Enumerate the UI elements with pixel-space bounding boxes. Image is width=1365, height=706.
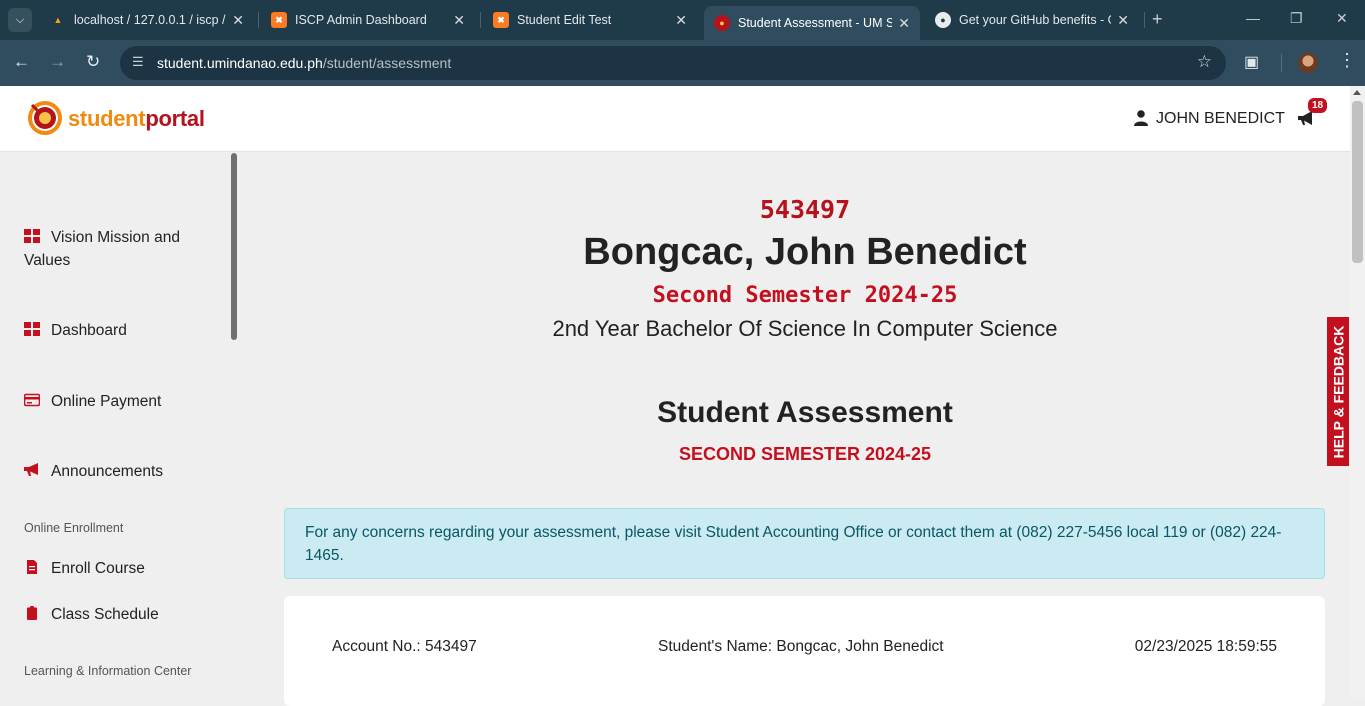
forward-icon[interactable]: → bbox=[49, 52, 66, 72]
browser-tab-bar: ⌵ ▲ localhost / 127.0.0.1 / iscp / ... ✕… bbox=[0, 0, 1365, 40]
scrollbar-thumb[interactable] bbox=[1352, 101, 1363, 263]
student-portal-logo-icon[interactable] bbox=[24, 99, 66, 137]
page-scrollbar[interactable] bbox=[1350, 86, 1365, 698]
new-tab-button[interactable]: + bbox=[1152, 9, 1163, 30]
student-name-label: Student's Name: Bongcac, John Benedict bbox=[658, 638, 944, 655]
clipboard-icon bbox=[27, 606, 37, 620]
url-text[interactable]: student.umindanao.edu.ph/student/assessm… bbox=[157, 55, 451, 71]
xampp-icon: ✖ bbox=[271, 12, 287, 28]
reload-icon[interactable]: ↻ bbox=[86, 52, 100, 72]
portal-logo-text[interactable]: studentportal bbox=[68, 106, 205, 132]
sidebar-item-dashboard[interactable]: Dashboard bbox=[24, 319, 224, 342]
browser-tab[interactable]: ✖ Student Edit Test ✕ bbox=[483, 6, 697, 34]
grid-icon bbox=[24, 229, 40, 243]
student-semester: Second Semester 2024-25 bbox=[652, 283, 958, 308]
notification-badge: 18 bbox=[1308, 98, 1328, 113]
sidebar-item-vision-mission[interactable]: Vision Mission and Values bbox=[24, 226, 224, 272]
assessment-semester: SECOND SEMESTER 2024-25 bbox=[678, 444, 932, 464]
assessment-card: Account No.: 543497 Student's Name: Bong… bbox=[284, 596, 1325, 706]
student-name: Bongcac, John Benedict bbox=[583, 231, 1027, 273]
sidebar-section-online-enrollment: Online Enrollment bbox=[24, 521, 124, 535]
sidebar-scrollbar[interactable] bbox=[231, 153, 237, 340]
account-no-label: Account No.: 543497 bbox=[332, 638, 477, 655]
megaphone-icon bbox=[24, 463, 38, 476]
tab-search-button[interactable]: ⌵ bbox=[8, 8, 32, 32]
user-name[interactable]: JOHN BENEDICT bbox=[1156, 110, 1285, 128]
github-icon: ● bbox=[935, 12, 951, 28]
browser-tab[interactable]: ▲ localhost / 127.0.0.1 / iscp / ... ✕ bbox=[40, 6, 254, 34]
minimize-icon[interactable]: — bbox=[1246, 10, 1260, 26]
sidebar-item-class-schedule[interactable]: Class Schedule bbox=[24, 603, 224, 626]
close-window-icon[interactable]: ✕ bbox=[1336, 10, 1348, 27]
um-seal-icon: ● bbox=[714, 15, 730, 31]
scroll-up-icon[interactable] bbox=[1353, 90, 1361, 95]
browser-menu-icon[interactable]: ⋮ bbox=[1338, 50, 1356, 71]
student-program: 2nd Year Bachelor Of Science In Computer… bbox=[552, 316, 1058, 341]
close-tab-icon[interactable]: ✕ bbox=[1117, 12, 1129, 29]
phpmyadmin-icon: ▲ bbox=[53, 15, 63, 25]
profile-avatar[interactable] bbox=[1298, 53, 1318, 73]
sidebar-item-enroll-course[interactable]: Enroll Course bbox=[24, 557, 224, 580]
user-icon[interactable] bbox=[1134, 110, 1148, 126]
sidebar-item-online-payment[interactable]: Online Payment bbox=[24, 390, 224, 413]
main-content: 543497 Bongcac, John Benedict Second Sem… bbox=[243, 152, 1350, 706]
help-feedback-button[interactable]: HELP & FEEDBACK bbox=[1327, 317, 1349, 466]
browser-tab[interactable]: ● Get your GitHub benefits - G... ✕ bbox=[925, 6, 1139, 34]
close-tab-icon[interactable]: ✕ bbox=[453, 12, 465, 29]
address-bar[interactable]: ☰ student.umindanao.edu.ph/student/asses… bbox=[120, 46, 1226, 80]
browser-toolbar: ← → ↻ ☰ student.umindanao.edu.ph/student… bbox=[0, 40, 1365, 86]
browser-tab-active[interactable]: ● Student Assessment - UM ST... ✕ bbox=[704, 6, 920, 40]
site-settings-icon[interactable]: ☰ bbox=[132, 54, 144, 70]
bookmark-star-icon[interactable]: ☆ bbox=[1197, 52, 1212, 72]
xampp-icon: ✖ bbox=[493, 12, 509, 28]
grid-icon bbox=[24, 322, 40, 336]
credit-card-icon bbox=[24, 393, 40, 407]
restore-icon[interactable]: ❐ bbox=[1290, 10, 1303, 27]
sidebar-section-learning-center: Learning & Information Center bbox=[24, 664, 192, 678]
portal-header: studentportal JOHN BENEDICT 18 bbox=[0, 86, 1350, 152]
back-icon[interactable]: ← bbox=[13, 52, 30, 72]
sidebar-item-announcements[interactable]: Announcements bbox=[24, 460, 224, 483]
assessment-timestamp: 02/23/2025 18:59:55 bbox=[1134, 638, 1277, 655]
close-tab-icon[interactable]: ✕ bbox=[675, 12, 687, 29]
assessment-notice-alert: For any concerns regarding your assessme… bbox=[284, 508, 1325, 579]
extensions-icon[interactable]: ▣ bbox=[1244, 52, 1259, 72]
close-tab-icon[interactable]: ✕ bbox=[898, 15, 910, 32]
account-number: 543497 bbox=[759, 195, 851, 224]
document-icon bbox=[27, 560, 37, 574]
page-title: Student Assessment bbox=[657, 396, 953, 429]
close-tab-icon[interactable]: ✕ bbox=[232, 12, 244, 29]
browser-tab[interactable]: ✖ ISCP Admin Dashboard ✕ bbox=[261, 6, 475, 34]
